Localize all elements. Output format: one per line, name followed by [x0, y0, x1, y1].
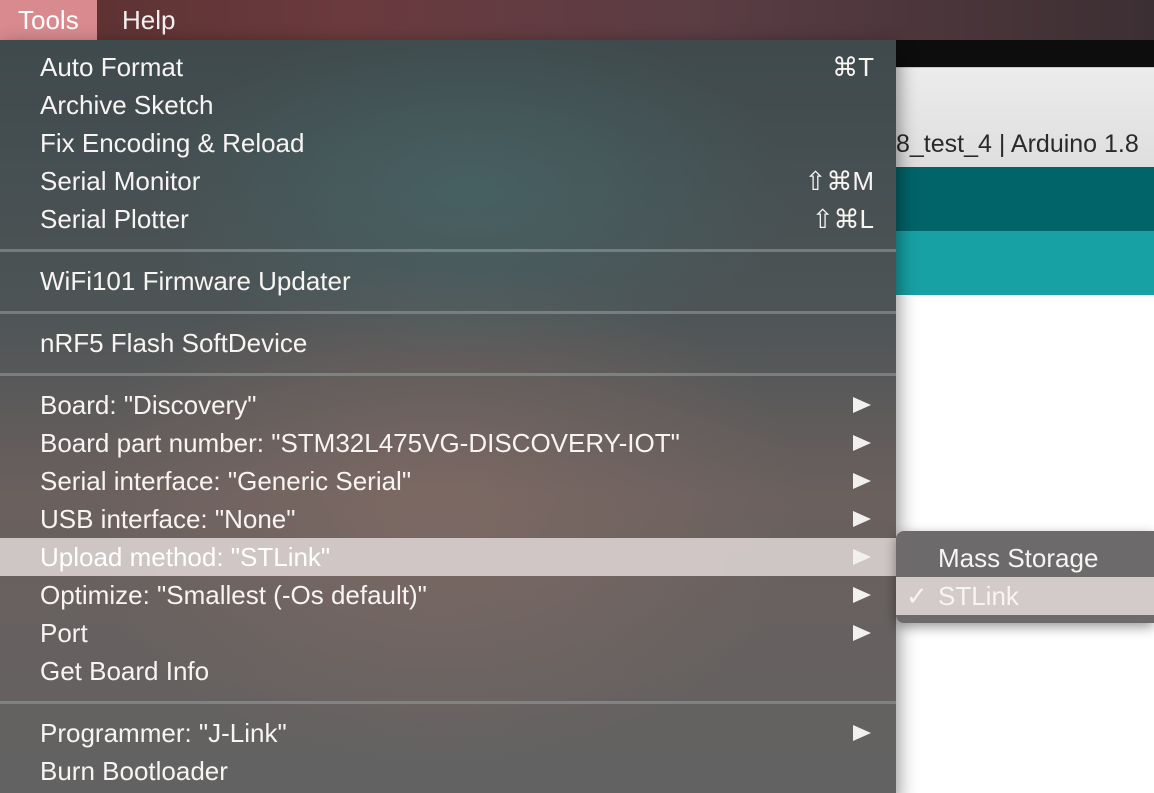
menu-item-label: Archive Sketch: [40, 90, 214, 120]
menu-item-label: Serial interface: "Generic Serial": [40, 466, 412, 496]
upload-method-submenu: Mass Storage ✓ STLink: [896, 531, 1154, 623]
submenu-arrow-icon: [853, 549, 871, 565]
menu-bar: Tools Help: [0, 0, 1154, 40]
submenu-item-label: Mass Storage: [938, 543, 1099, 573]
window-top-strip: [896, 40, 1154, 67]
menu-item-upload-method[interactable]: Upload method: "STLink": [0, 538, 896, 576]
menu-separator: [0, 373, 896, 376]
menu-item-label: Board part number: "STM32L475VG-DISCOVER…: [40, 428, 680, 458]
menu-item-label: Serial Plotter: [40, 204, 189, 234]
shortcut-label: ⇧⌘M: [804, 166, 874, 196]
menu-item-auto-format[interactable]: Auto Format ⌘T: [0, 48, 896, 86]
menu-item-fix-encoding[interactable]: Fix Encoding & Reload: [0, 124, 896, 162]
menu-item-label: USB interface: "None": [40, 504, 296, 534]
submenu-item-stlink[interactable]: ✓ STLink: [896, 577, 1154, 615]
menu-item-label: Get Board Info: [40, 656, 210, 686]
screen: 8_test_4 | Arduino 1.8 Tools Help Auto F…: [0, 0, 1154, 793]
menu-item-burn-bootloader[interactable]: Burn Bootloader: [0, 752, 896, 790]
ide-toolbar: [896, 167, 1154, 231]
shortcut-label: ⇧⌘L: [811, 204, 874, 234]
menu-item-label: Optimize: "Smallest (-Os default)": [40, 580, 427, 610]
menu-item-label: Burn Bootloader: [40, 756, 228, 786]
menu-item-label: Programmer: "J-Link": [40, 718, 287, 748]
menu-item-archive-sketch[interactable]: Archive Sketch: [0, 86, 896, 124]
menu-separator: [0, 249, 896, 252]
submenu-arrow-icon: [853, 511, 871, 527]
menu-item-label: Serial Monitor: [40, 166, 201, 196]
submenu-arrow-icon: [853, 473, 871, 489]
menu-item-optimize[interactable]: Optimize: "Smallest (-Os default)": [0, 576, 896, 614]
menu-item-wifi101-updater[interactable]: WiFi101 Firmware Updater: [0, 262, 896, 300]
menu-item-serial-plotter[interactable]: Serial Plotter ⇧⌘L: [0, 200, 896, 238]
menu-item-label: Port: [40, 618, 88, 648]
checkmark-icon: ✓: [906, 581, 928, 611]
menu-item-nrf5-flash[interactable]: nRF5 Flash SoftDevice: [0, 324, 896, 362]
menu-separator: [0, 311, 896, 314]
submenu-item-mass-storage[interactable]: Mass Storage: [896, 539, 1154, 577]
menu-item-port[interactable]: Port: [0, 614, 896, 652]
submenu-arrow-icon: [853, 725, 871, 741]
shortcut-label: ⌘T: [832, 52, 874, 82]
menu-item-serial-interface[interactable]: Serial interface: "Generic Serial": [0, 462, 896, 500]
ide-tab-bar: [896, 231, 1154, 295]
menu-item-board[interactable]: Board: "Discovery": [0, 386, 896, 424]
menu-item-board-part-number[interactable]: Board part number: "STM32L475VG-DISCOVER…: [0, 424, 896, 462]
menu-item-serial-monitor[interactable]: Serial Monitor ⇧⌘M: [0, 162, 896, 200]
menu-item-programmer[interactable]: Programmer: "J-Link": [0, 714, 896, 752]
menu-item-label: Upload method: "STLink": [40, 542, 331, 572]
menu-item-label: nRF5 Flash SoftDevice: [40, 328, 308, 358]
submenu-arrow-icon: [853, 397, 871, 413]
menu-item-get-board-info[interactable]: Get Board Info: [0, 652, 896, 690]
menu-separator: [0, 701, 896, 704]
menu-tools[interactable]: Tools: [0, 0, 97, 40]
menu-item-usb-interface[interactable]: USB interface: "None": [0, 500, 896, 538]
menu-item-label: Auto Format: [40, 52, 184, 82]
submenu-item-label: STLink: [938, 581, 1019, 611]
menu-item-label: Fix Encoding & Reload: [40, 128, 305, 158]
submenu-arrow-icon: [853, 587, 871, 603]
menu-item-label: WiFi101 Firmware Updater: [40, 266, 351, 296]
tools-menu: Auto Format ⌘T Archive Sketch Fix Encodi…: [0, 40, 896, 793]
submenu-arrow-icon: [853, 435, 871, 451]
menu-item-label: Board: "Discovery": [40, 390, 257, 420]
menu-help[interactable]: Help: [104, 0, 193, 40]
window-title: 8_test_4 | Arduino 1.8: [896, 130, 1139, 158]
submenu-arrow-icon: [853, 625, 871, 641]
